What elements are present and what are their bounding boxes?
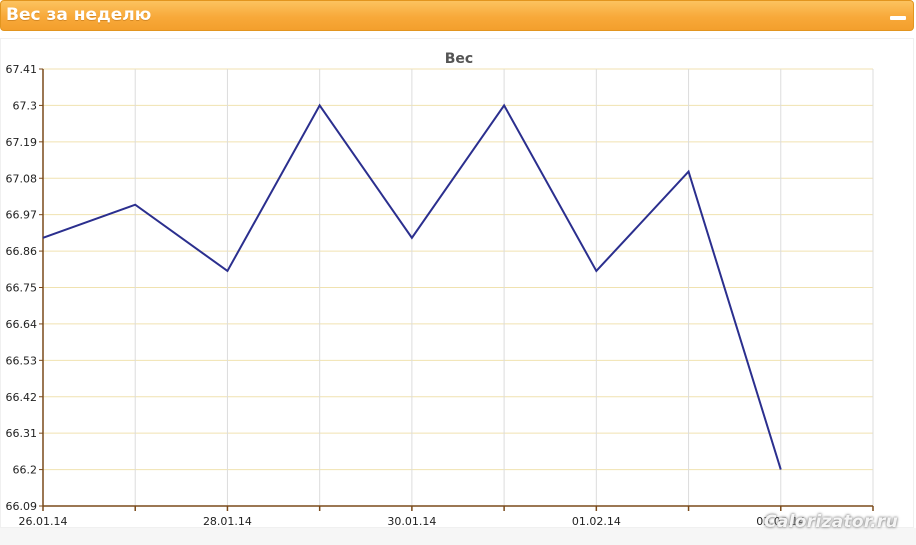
watermark-text: Calorizator.ru (764, 512, 898, 532)
y-tick-label: 66.2 (13, 464, 38, 477)
x-tick-label: 01.02.14 (572, 515, 621, 528)
y-tick-label: 66.42 (6, 391, 38, 404)
panel-header: Вес за неделю (0, 0, 914, 31)
y-tick-label: 66.53 (6, 354, 38, 367)
chart-container: Вес 67.41 67.3 67.19 67.08 66.97 66.86 66.75 66… (0, 38, 914, 528)
y-tick-label: 66.31 (6, 427, 38, 440)
y-tick-label: 67.3 (13, 99, 38, 112)
y-tick-label: 66.75 (6, 282, 38, 295)
x-tick-label: 28.01.14 (203, 515, 252, 528)
x-tick-label: 26.01.14 (19, 515, 68, 528)
y-tick-label: 67.08 (6, 172, 38, 185)
y-tick-label: 67.19 (6, 136, 38, 149)
collapse-icon[interactable] (889, 10, 907, 22)
y-tick-label: 67.41 (6, 63, 38, 76)
weight-chart: Вес 67.41 67.3 67.19 67.08 66.97 66.86 66.75 66… (6, 51, 874, 528)
y-tick-label: 66.64 (6, 318, 38, 331)
chart-title: Вес (445, 51, 473, 67)
panel-title: Вес за неделю (6, 5, 152, 25)
y-tick-label: 66.86 (6, 245, 38, 258)
x-tick-label: 30.01.14 (387, 515, 436, 528)
y-tick-label: 66.09 (6, 500, 38, 513)
y-tick-label: 66.97 (6, 209, 38, 222)
